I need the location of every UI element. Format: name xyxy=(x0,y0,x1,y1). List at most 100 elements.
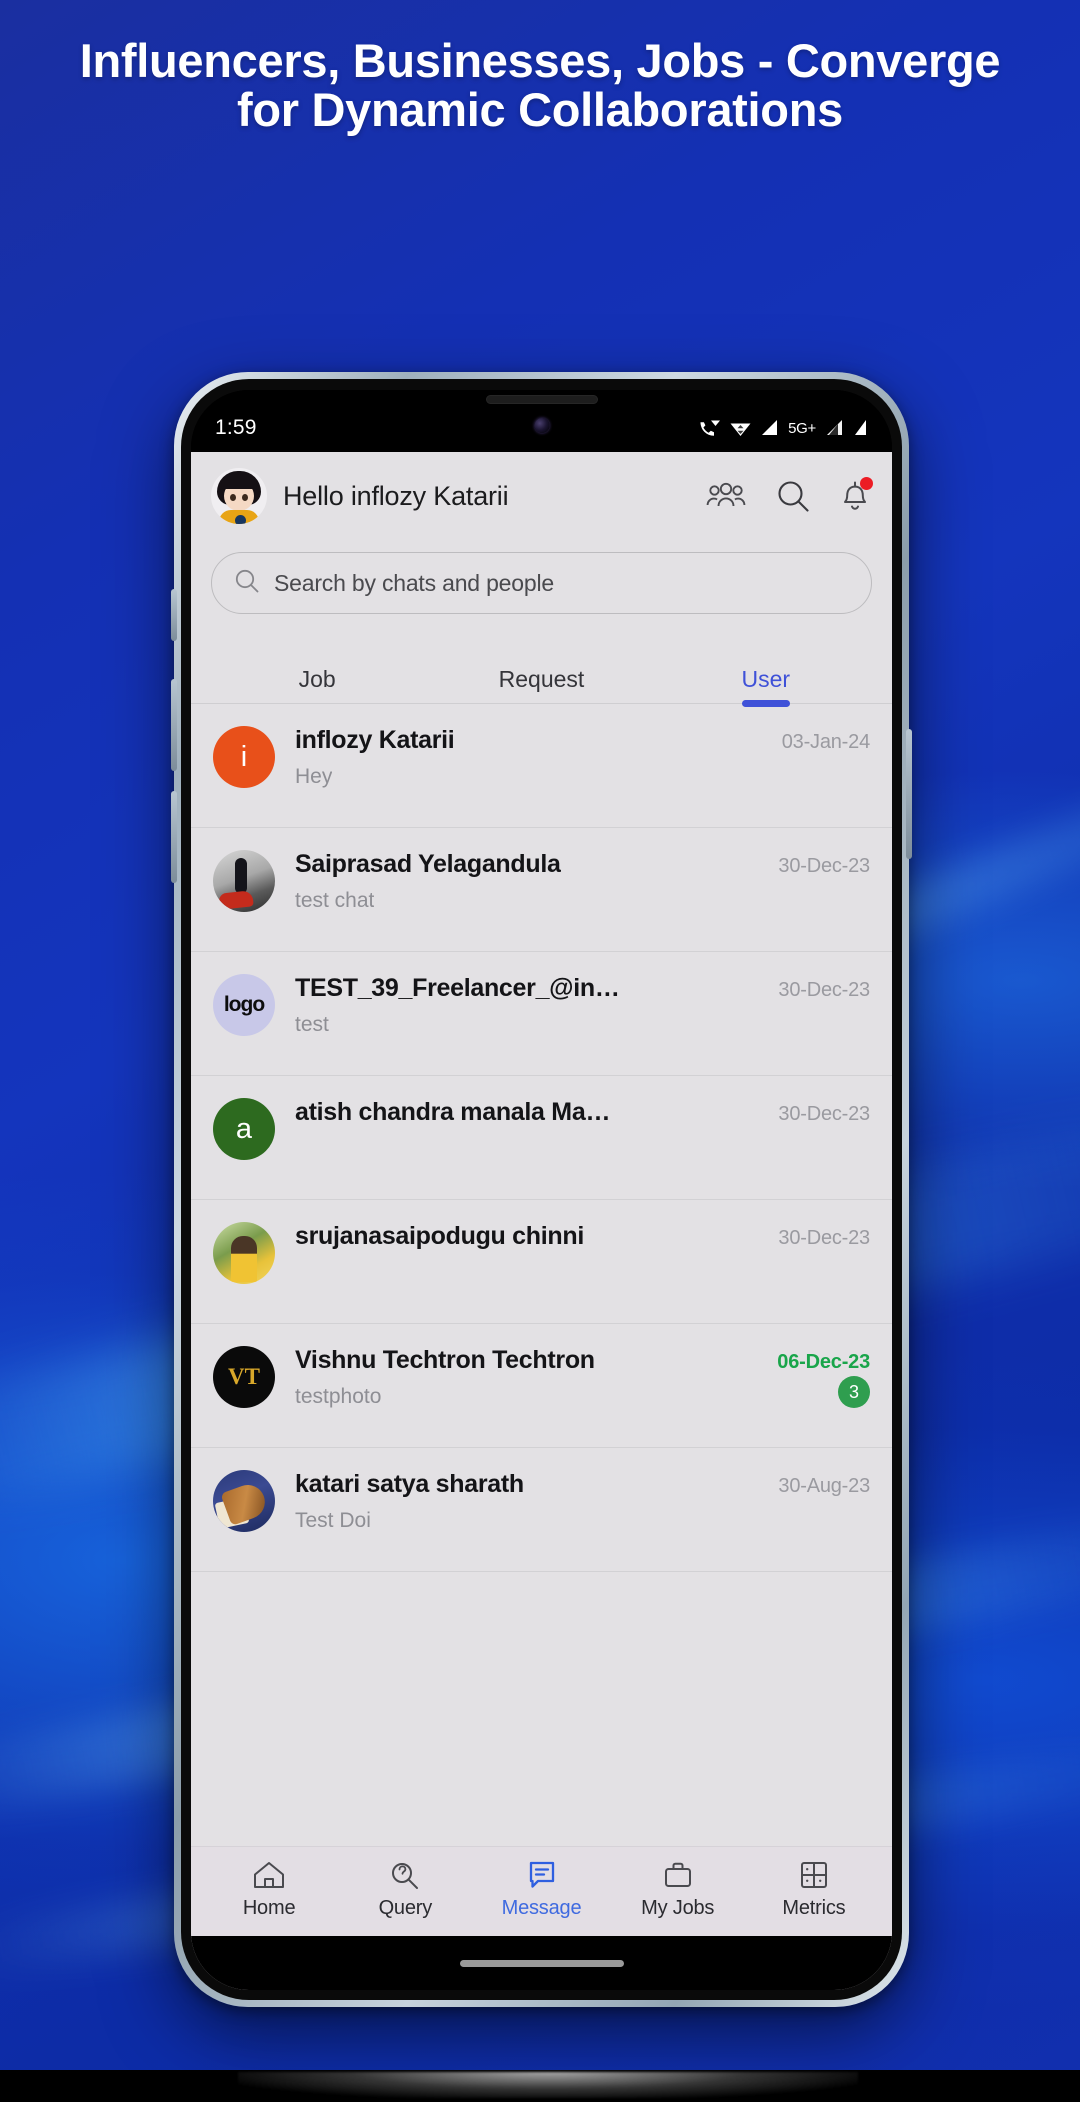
nav-item-query[interactable]: Query xyxy=(337,1859,473,1920)
search-field-icon xyxy=(234,568,260,599)
status-clock: 1:59 xyxy=(215,416,257,439)
nav-label-home: Home xyxy=(242,1897,296,1919)
tab-user-label: User xyxy=(741,666,791,692)
chat-avatar: a xyxy=(213,1098,275,1160)
chat-avatar-initial: VT xyxy=(228,1364,260,1389)
nav-item-home[interactable]: Home xyxy=(201,1859,337,1920)
call-wifi-icon xyxy=(699,419,721,438)
volume-down-button[interactable] xyxy=(171,791,177,883)
tab-request[interactable]: Request xyxy=(429,656,653,703)
avatar-eye-left xyxy=(230,494,236,501)
tab-job[interactable]: Job xyxy=(205,656,429,703)
chat-preview: Test Doi xyxy=(295,1509,371,1532)
avatar-fringe xyxy=(221,476,257,489)
headline-line-2: for Dynamic Collaborations xyxy=(237,83,843,137)
signal-2-icon xyxy=(825,419,844,437)
app-container: Hello inflozy Katarii Search by chats an… xyxy=(191,452,892,1990)
avatar-eye-right xyxy=(242,494,248,501)
search-input[interactable]: Search by chats and people xyxy=(211,552,872,614)
status-icon-group: 5G+ xyxy=(699,419,868,438)
chat-avatar-initial: i xyxy=(240,740,248,773)
chat-preview: testphoto xyxy=(295,1385,382,1408)
home-indicator-area xyxy=(191,1936,892,1990)
chat-name: Vishnu Techtron Techtron xyxy=(295,1346,595,1374)
chat-avatar: logo xyxy=(213,974,275,1036)
app-header: Hello inflozy Katarii xyxy=(191,452,892,538)
phone-mockup: 1:59 5G+ Hello inflozy Katarii Search by… xyxy=(171,372,912,2007)
grid-metrics-icon xyxy=(797,1859,831,1891)
chat-avatar-initial: a xyxy=(235,1112,253,1145)
phone-reflection xyxy=(238,2072,858,2098)
nav-label-query: Query xyxy=(378,1897,433,1919)
chat-name: srujanasaipodugu chinni xyxy=(295,1222,584,1250)
chat-date: 03-Jan-24 xyxy=(781,731,870,753)
chat-list-item[interactable]: katari satya sharath 30-Aug-23 Test Doi xyxy=(191,1448,892,1572)
nav-label-metrics: Metrics xyxy=(782,1897,846,1919)
tab-user[interactable]: User xyxy=(654,656,878,707)
chat-list-item[interactable]: srujanasaipodugu chinni 30-Dec-23 xyxy=(191,1200,892,1324)
battery-icon xyxy=(853,419,868,437)
signal-icon xyxy=(760,419,779,437)
nav-item-message[interactable]: Message xyxy=(473,1859,609,1920)
chat-avatar xyxy=(213,1470,275,1532)
tab-active-underline xyxy=(741,700,790,707)
chat-name: TEST_39_Freelancer_@infl… xyxy=(295,974,625,1002)
nav-label-my-jobs: My Jobs xyxy=(641,1897,715,1919)
chat-avatar xyxy=(213,850,275,912)
chat-list-item[interactable]: i inflozy Katarii 03-Jan-24 Hey xyxy=(191,704,892,828)
chat-name: katari satya sharath xyxy=(295,1470,524,1498)
front-camera xyxy=(534,418,549,433)
tab-request-label: Request xyxy=(498,666,585,692)
avatar[interactable] xyxy=(211,468,267,524)
chat-avatar-initial: logo xyxy=(223,993,265,1016)
chat-list-item[interactable]: a atish chandra manala Man… 30-Dec-23 xyxy=(191,1076,892,1200)
chat-avatar: VT xyxy=(213,1346,275,1408)
earpiece-speaker xyxy=(485,395,598,404)
nav-item-metrics[interactable]: Metrics xyxy=(746,1859,882,1920)
chat-name: atish chandra manala Man… xyxy=(295,1098,625,1126)
status-bar: 1:59 5G+ xyxy=(191,390,892,452)
chat-name: Saiprasad Yelagandula xyxy=(295,850,561,878)
volume-up-button[interactable] xyxy=(171,679,177,771)
headline-line-1: Influencers, Businesses, Jobs - Converge xyxy=(79,34,1001,87)
chat-preview: Hey xyxy=(295,765,333,788)
chat-list-item[interactable]: VT Vishnu Techtron Techtron 06-Dec-23 te… xyxy=(191,1324,892,1448)
power-button[interactable] xyxy=(906,729,912,859)
chat-preview: test xyxy=(295,1013,329,1036)
bell-icon[interactable] xyxy=(840,477,873,513)
chat-preview: test chat xyxy=(295,889,375,912)
unread-count-badge: 3 xyxy=(838,1376,870,1408)
notification-badge-dot xyxy=(860,477,873,490)
chat-avatar: i xyxy=(213,726,275,788)
poster-headline: Influencers, Businesses, Jobs - Converge… xyxy=(0,36,1080,135)
search-icon[interactable] xyxy=(776,479,810,513)
chat-date: 30-Dec-23 xyxy=(778,855,870,877)
search-section: Search by chats and people xyxy=(191,538,892,620)
chat-list[interactable]: i inflozy Katarii 03-Jan-24 Hey Saiprasa… xyxy=(191,704,892,1846)
filter-tabs: Job Request User xyxy=(191,656,892,707)
query-search-icon xyxy=(388,1859,422,1891)
chat-list-item[interactable]: Saiprasad Yelagandula 30-Dec-23 test cha… xyxy=(191,828,892,952)
chat-date: 30-Dec-23 xyxy=(778,1227,870,1249)
briefcase-icon xyxy=(661,1859,695,1891)
search-placeholder-text: Search by chats and people xyxy=(274,569,554,596)
group-icon[interactable] xyxy=(706,480,746,512)
chat-list-item[interactable]: logo TEST_39_Freelancer_@infl… 30-Dec-23… xyxy=(191,952,892,1076)
chat-date: 06-Dec-23 xyxy=(777,1351,870,1373)
chat-avatar xyxy=(213,1222,275,1284)
home-indicator[interactable] xyxy=(459,1959,624,1967)
network-type-label: 5G+ xyxy=(788,419,816,437)
tab-job-label: Job xyxy=(298,666,336,692)
bottom-navigation: Home Query Message My Jobs Metrics xyxy=(191,1846,892,1936)
phone-body: 1:59 5G+ Hello inflozy Katarii Search by… xyxy=(171,379,912,2000)
message-icon xyxy=(525,1859,559,1891)
mute-switch[interactable] xyxy=(171,589,177,641)
greeting-text: Hello inflozy Katarii xyxy=(283,480,509,511)
wifi-icon xyxy=(730,419,751,438)
home-icon xyxy=(252,1859,286,1891)
chat-name: inflozy Katarii xyxy=(295,726,455,754)
avatar-emblem xyxy=(235,515,246,524)
phone-screen: 1:59 5G+ Hello inflozy Katarii Search by… xyxy=(191,390,892,1990)
chat-date: 30-Dec-23 xyxy=(778,1103,870,1125)
nav-item-my-jobs[interactable]: My Jobs xyxy=(610,1859,746,1920)
